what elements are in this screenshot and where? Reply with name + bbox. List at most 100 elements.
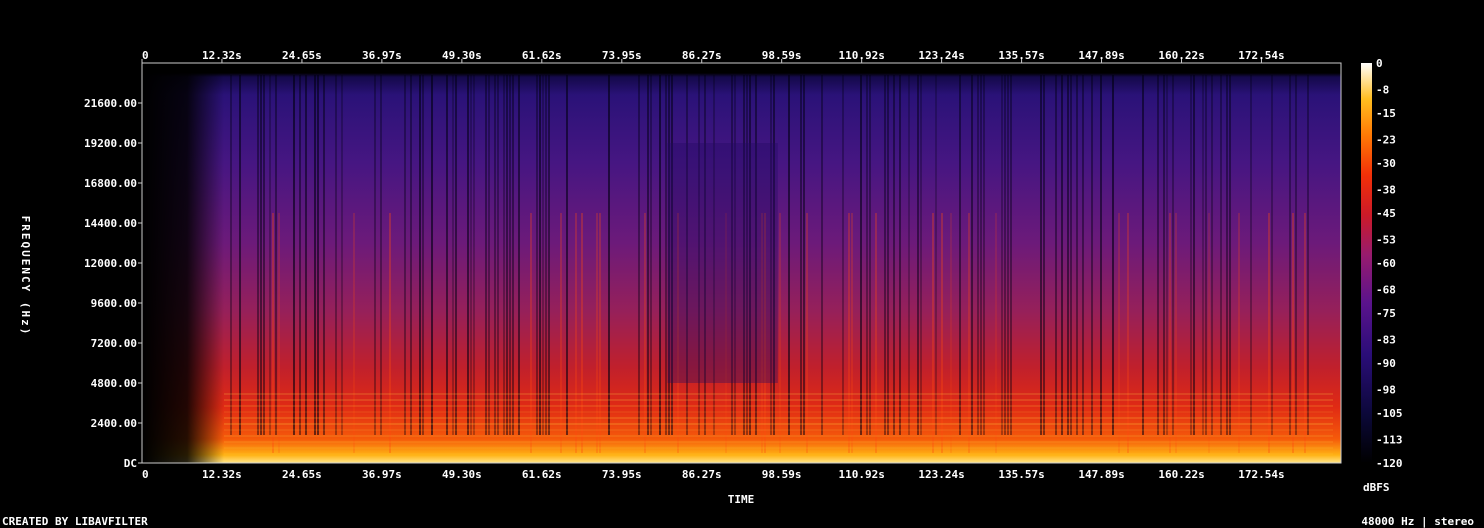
x-tick-label-bottom: 24.65s bbox=[282, 468, 322, 481]
texture-stripe bbox=[1082, 75, 1084, 435]
texture-stripe bbox=[263, 75, 265, 435]
y-tick-label: 12000.00 bbox=[84, 257, 137, 270]
harmonic-band bbox=[224, 423, 1333, 425]
colorbar-tick-label: -38 bbox=[1376, 184, 1396, 197]
x-tick-label-bottom: 12.32s bbox=[202, 468, 242, 481]
colorbar-tick-label: -90 bbox=[1376, 357, 1396, 370]
texture-stripe bbox=[260, 75, 262, 435]
texture-stripe bbox=[452, 75, 454, 435]
harmonic-band bbox=[224, 393, 1333, 395]
colorbar-tick-label: -30 bbox=[1376, 157, 1396, 170]
texture-stripe bbox=[920, 75, 922, 435]
texture-stripe bbox=[1055, 75, 1057, 435]
texture-stripe bbox=[446, 75, 448, 435]
texture-stripe bbox=[542, 75, 544, 435]
texture-stripe bbox=[305, 75, 307, 435]
texture-stripe bbox=[908, 75, 910, 435]
texture-stripe bbox=[935, 75, 937, 435]
harmonic-band bbox=[224, 453, 1333, 455]
texture-stripe bbox=[1001, 75, 1003, 435]
colorbar-tick-label: -45 bbox=[1376, 207, 1396, 220]
texture-stripe bbox=[536, 75, 538, 435]
colorbar-tick-label: -113 bbox=[1376, 434, 1403, 447]
texture-stripe bbox=[314, 75, 316, 435]
colorbar-tick-label: -83 bbox=[1376, 334, 1396, 347]
footer-sample-info: 48000 Hz | stereo bbox=[1361, 515, 1474, 528]
texture-stripe bbox=[1043, 75, 1045, 435]
texture-stripe bbox=[899, 75, 901, 435]
y-tick-label: 19200.00 bbox=[84, 137, 137, 150]
texture-stripe bbox=[455, 75, 457, 435]
texture-stripe bbox=[1193, 75, 1195, 435]
colorbar-gradient bbox=[1361, 63, 1372, 463]
texture-stripe bbox=[977, 75, 979, 435]
texture-stripe bbox=[1067, 75, 1069, 435]
spectrogram-plot bbox=[141, 62, 1342, 464]
colorbar-tick-label: -8 bbox=[1376, 84, 1389, 97]
intro-quiet-region bbox=[142, 63, 224, 463]
texture-stripe bbox=[497, 75, 499, 435]
colorbar-tick-label: -15 bbox=[1376, 107, 1396, 120]
texture-stripe bbox=[317, 75, 319, 435]
x-tick-label-bottom: 73.95s bbox=[602, 468, 642, 481]
texture-stripe bbox=[788, 75, 790, 435]
texture-stripe bbox=[488, 75, 490, 435]
y-tick-label: 16800.00 bbox=[84, 177, 137, 190]
texture-stripe bbox=[866, 75, 868, 435]
colorbar-tick-label: -68 bbox=[1376, 284, 1396, 297]
harmonic-band bbox=[224, 399, 1333, 401]
texture-stripe bbox=[509, 75, 511, 435]
texture-stripe bbox=[335, 75, 337, 435]
texture-stripe bbox=[1070, 75, 1072, 435]
texture-stripe bbox=[869, 75, 871, 435]
x-tick-label-top: 0 bbox=[142, 49, 149, 62]
harmonic-band bbox=[224, 447, 1333, 449]
x-tick-label-bottom: 160.22s bbox=[1158, 468, 1204, 481]
texture-stripe bbox=[860, 75, 862, 435]
texture-stripe bbox=[473, 75, 475, 435]
texture-stripe bbox=[1220, 75, 1222, 435]
texture-stripe bbox=[1076, 75, 1078, 435]
texture-stripe bbox=[803, 75, 805, 435]
quiet-section bbox=[667, 143, 778, 383]
x-axis-label: TIME bbox=[728, 493, 755, 506]
spectrogram-chart: 0 12.32s 24.65s 36.97s 49.30s 61.62s 73.95s 86.… bbox=[2, 49, 1474, 528]
texture-stripe bbox=[1172, 75, 1174, 435]
colorbar: 0 -8 -15 -23 -30 -38 -45 -53 -60 -68 -75 -83 -90 -98 -… bbox=[1361, 57, 1403, 494]
texture-stripe bbox=[1271, 75, 1273, 435]
texture-stripe bbox=[1190, 75, 1192, 435]
colorbar-tick-label: -23 bbox=[1376, 134, 1396, 147]
texture-stripe bbox=[341, 75, 343, 435]
texture-stripe bbox=[230, 75, 232, 435]
texture-stripe bbox=[1166, 75, 1168, 435]
texture-stripe bbox=[983, 75, 985, 435]
texture-stripe bbox=[1307, 75, 1309, 435]
y-tick-label: 7200.00 bbox=[91, 337, 137, 350]
x-axis-bottom: 0 12.32s 24.65s 36.97s 49.30s 61.62s 73.95s 86.… bbox=[142, 468, 1285, 481]
x-tick-label-bottom: 36.97s bbox=[362, 468, 402, 481]
y-tick-label: 2400.00 bbox=[91, 417, 137, 430]
texture-stripe bbox=[917, 75, 919, 435]
texture-stripe bbox=[1091, 75, 1093, 435]
texture-stripe bbox=[665, 75, 667, 435]
harmonic-band bbox=[224, 429, 1333, 431]
y-axis: DC 2400.00 4800.00 7200.00 9600.00 12000.00 14… bbox=[84, 97, 142, 470]
colorbar-tick-label: 0 bbox=[1376, 57, 1383, 70]
texture-stripe bbox=[1163, 75, 1165, 435]
x-tick-label-bottom: 0 bbox=[142, 468, 149, 481]
texture-stripe bbox=[1004, 75, 1006, 435]
x-tick-label-bottom: 123.24s bbox=[918, 468, 964, 481]
texture-stripe bbox=[257, 75, 259, 435]
x-tick-label-bottom: 147.89s bbox=[1078, 468, 1124, 481]
texture-stripe bbox=[980, 75, 982, 435]
texture-stripe bbox=[1202, 75, 1204, 435]
texture-stripe bbox=[1010, 75, 1012, 435]
footer-credit: CREATED BY LIBAVFILTER bbox=[2, 515, 148, 528]
colorbar-tick-label: -120 bbox=[1376, 457, 1403, 470]
colorbar-tick-label: -75 bbox=[1376, 307, 1396, 320]
texture-stripe bbox=[545, 75, 547, 435]
texture-stripe bbox=[1112, 75, 1114, 435]
texture-stripe bbox=[1226, 75, 1228, 435]
texture-stripe bbox=[485, 75, 487, 435]
texture-stripe bbox=[638, 75, 640, 435]
